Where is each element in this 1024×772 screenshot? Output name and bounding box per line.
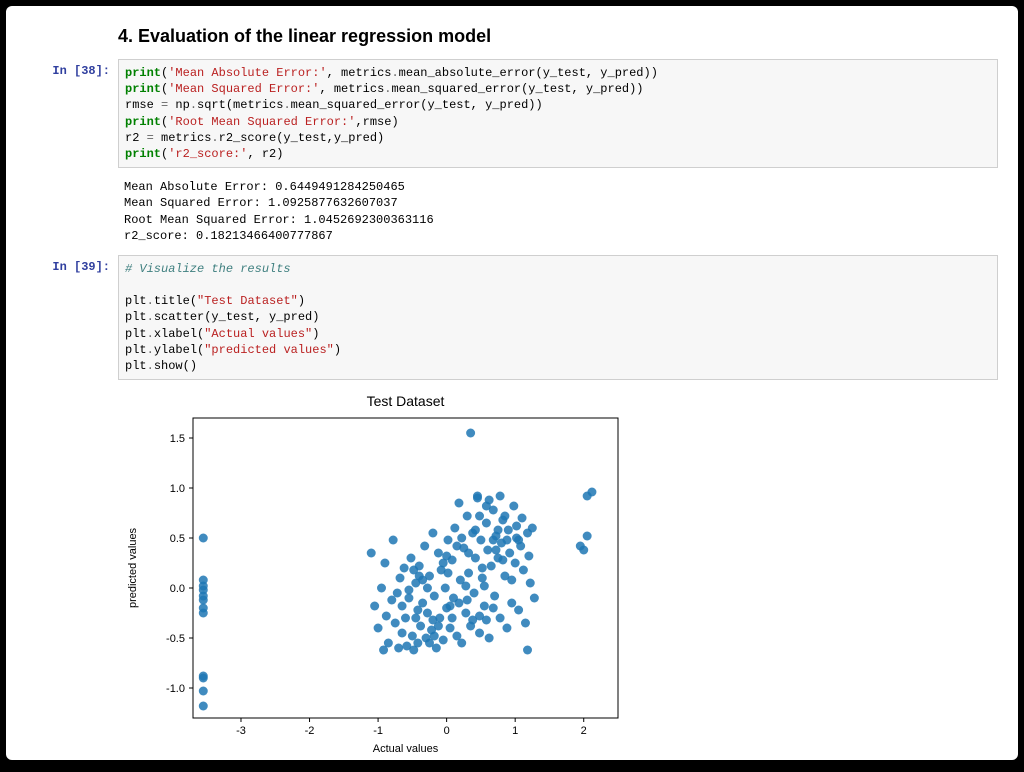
code-cell: In [39]: # Visualize the results plt.tit… — [26, 255, 998, 380]
code-cell: In [38]: print('Mean Absolute Error:', m… — [26, 59, 998, 168]
svg-text:Actual values: Actual values — [373, 743, 439, 755]
text-output: Mean Absolute Error: 0.6449491284250465 … — [118, 176, 998, 247]
prompt-label: In [39]: — [26, 255, 118, 380]
notebook-frame: 4. Evaluation of the linear regression m… — [6, 6, 1018, 760]
svg-text:-3: -3 — [236, 725, 246, 737]
prompt-label: In [38]: — [26, 59, 118, 168]
section-heading: 4. Evaluation of the linear regression m… — [118, 26, 998, 47]
scatter-plot: -3 -2 -1 0 1 2 -1.0 -0.5 0.0 0.5 1.0 1.5 Test Datase… — [118, 388, 638, 758]
svg-text:Test Dataset: Test Dataset — [367, 393, 445, 409]
output-cell: Mean Absolute Error: 0.6449491284250465 … — [26, 176, 998, 247]
prompt-empty — [26, 176, 118, 247]
svg-text:-2: -2 — [305, 725, 315, 737]
svg-text:1: 1 — [512, 725, 518, 737]
svg-text:-1: -1 — [373, 725, 383, 737]
code-input[interactable]: print('Mean Absolute Error:', metrics.me… — [118, 59, 998, 168]
svg-text:-0.5: -0.5 — [166, 633, 185, 645]
code-input[interactable]: # Visualize the results plt.title("Test … — [118, 255, 998, 380]
chart-output: -3 -2 -1 0 1 2 -1.0 -0.5 0.0 0.5 1.0 1.5 Test Datase… — [118, 388, 998, 758]
svg-text:0: 0 — [444, 725, 450, 737]
svg-text:2: 2 — [581, 725, 587, 737]
svg-text:-1.0: -1.0 — [166, 683, 185, 695]
svg-text:0.0: 0.0 — [170, 583, 185, 595]
svg-text:1.5: 1.5 — [170, 433, 185, 445]
svg-text:1.0: 1.0 — [170, 483, 185, 495]
svg-text:predicted values: predicted values — [127, 528, 139, 609]
svg-text:0.5: 0.5 — [170, 533, 185, 545]
